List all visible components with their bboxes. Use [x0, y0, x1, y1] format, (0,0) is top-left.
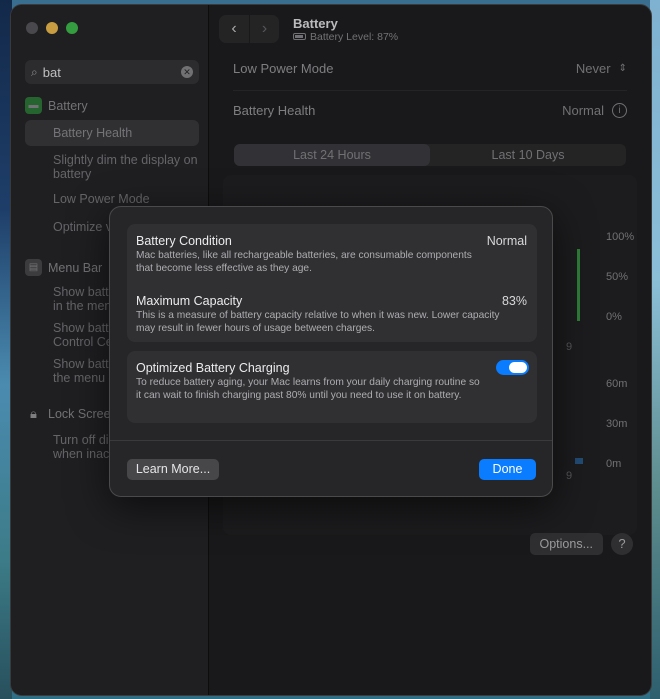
battery-condition-value: Normal [486, 234, 527, 248]
optimized-charging-title: Optimized Battery Charging [136, 361, 290, 375]
battery-info-card: Battery Condition Normal Mac batteries, … [127, 224, 537, 342]
learn-more-button[interactable]: Learn More... [127, 459, 219, 480]
optimized-charging-toggle[interactable] [496, 360, 529, 375]
divider [110, 440, 552, 441]
battery-health-sheet: Battery Condition Normal Mac batteries, … [109, 206, 553, 497]
optimized-charging-card: Optimized Battery Charging To reduce bat… [127, 351, 537, 423]
maximum-capacity-title: Maximum Capacity [136, 294, 243, 308]
optimized-charging-description: To reduce battery aging, your Mac learns… [136, 377, 480, 401]
maximum-capacity-value: 83% [501, 294, 527, 308]
maximum-capacity-description: This is a measure of battery capacity re… [136, 310, 500, 334]
battery-condition-description: Mac batteries, like all rechargeable bat… [136, 250, 472, 274]
done-button[interactable]: Done [479, 459, 536, 480]
battery-condition-title: Battery Condition [136, 234, 232, 248]
